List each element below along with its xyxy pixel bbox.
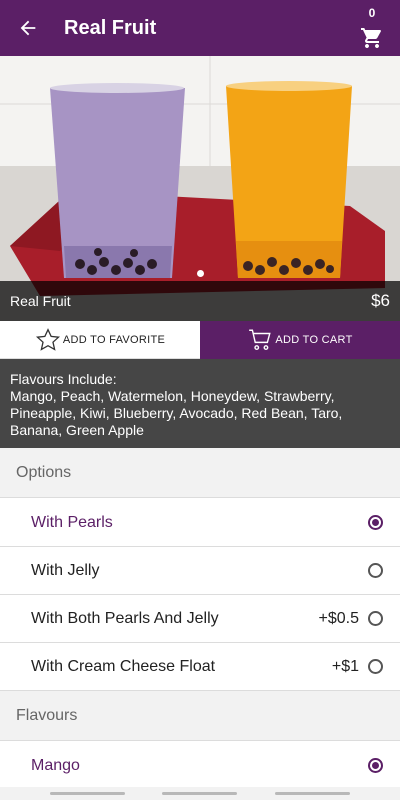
option-label: With Jelly (31, 561, 100, 579)
flavour-description-text: Mango, Peach, Watermelon, Honeydew, Stra… (10, 388, 343, 438)
option-row-cream-cheese[interactable]: With Cream Cheese Float +$1 (0, 643, 400, 691)
product-caption-bar: Real Fruit $6 (0, 281, 400, 321)
nav-handle[interactable] (162, 792, 237, 795)
app-bar: Real Fruit 0 (0, 0, 400, 56)
flavour-label: Mango (31, 756, 80, 774)
cart-count-badge: 0 (368, 6, 376, 20)
flavour-description: Flavours Include: Mango, Peach, Watermel… (0, 359, 400, 448)
option-label: With Cream Cheese Float (31, 657, 216, 675)
back-button[interactable] (0, 0, 56, 56)
system-nav-bar (0, 787, 400, 800)
add-to-favorite-button[interactable]: ADD TO FAVORITE (0, 321, 200, 359)
flavours-header-label: Flavours (16, 706, 78, 724)
option-label: With Pearls (31, 513, 113, 531)
product-price: $6 (371, 291, 390, 310)
option-radio[interactable] (368, 659, 383, 674)
cart-button[interactable]: 0 (352, 6, 392, 50)
add-to-cart-button[interactable]: ADD TO CART (200, 321, 400, 359)
nav-handle[interactable] (50, 792, 125, 795)
option-price: +$0.5 (318, 609, 359, 627)
option-radio-selected[interactable] (368, 515, 383, 530)
action-buttons: ADD TO FAVORITE ADD TO CART (0, 321, 400, 359)
page-title: Real Fruit (64, 16, 157, 39)
product-name: Real Fruit (10, 293, 71, 309)
add-to-cart-label: ADD TO CART (275, 334, 353, 346)
flavours-section-header: Flavours (0, 691, 400, 741)
option-radio[interactable] (368, 563, 383, 578)
carousel-indicator-dot[interactable] (197, 270, 204, 277)
option-row-with-both[interactable]: With Both Pearls And Jelly +$0.5 (0, 595, 400, 643)
flavour-row-mango[interactable]: Mango (0, 742, 400, 790)
option-row-with-jelly[interactable]: With Jelly (0, 547, 400, 595)
product-image-carousel[interactable]: Real Fruit $6 (0, 56, 400, 321)
cart-outline-icon (249, 329, 272, 351)
option-label: With Both Pearls And Jelly (31, 609, 219, 627)
star-outline-icon (35, 327, 60, 351)
option-row-with-pearls[interactable]: With Pearls (0, 499, 400, 547)
option-radio[interactable] (368, 611, 383, 626)
flavour-radio-selected[interactable] (368, 758, 383, 773)
arrow-back-icon (20, 20, 36, 36)
options-header-label: Options (16, 463, 72, 481)
nav-handle[interactable] (275, 792, 350, 795)
flavour-description-heading: Flavours Include: (10, 371, 117, 387)
options-section-header: Options (0, 448, 400, 498)
option-price: +$1 (331, 657, 359, 675)
shopping-cart-icon (361, 28, 381, 48)
add-to-favorite-label: ADD TO FAVORITE (62, 333, 166, 346)
